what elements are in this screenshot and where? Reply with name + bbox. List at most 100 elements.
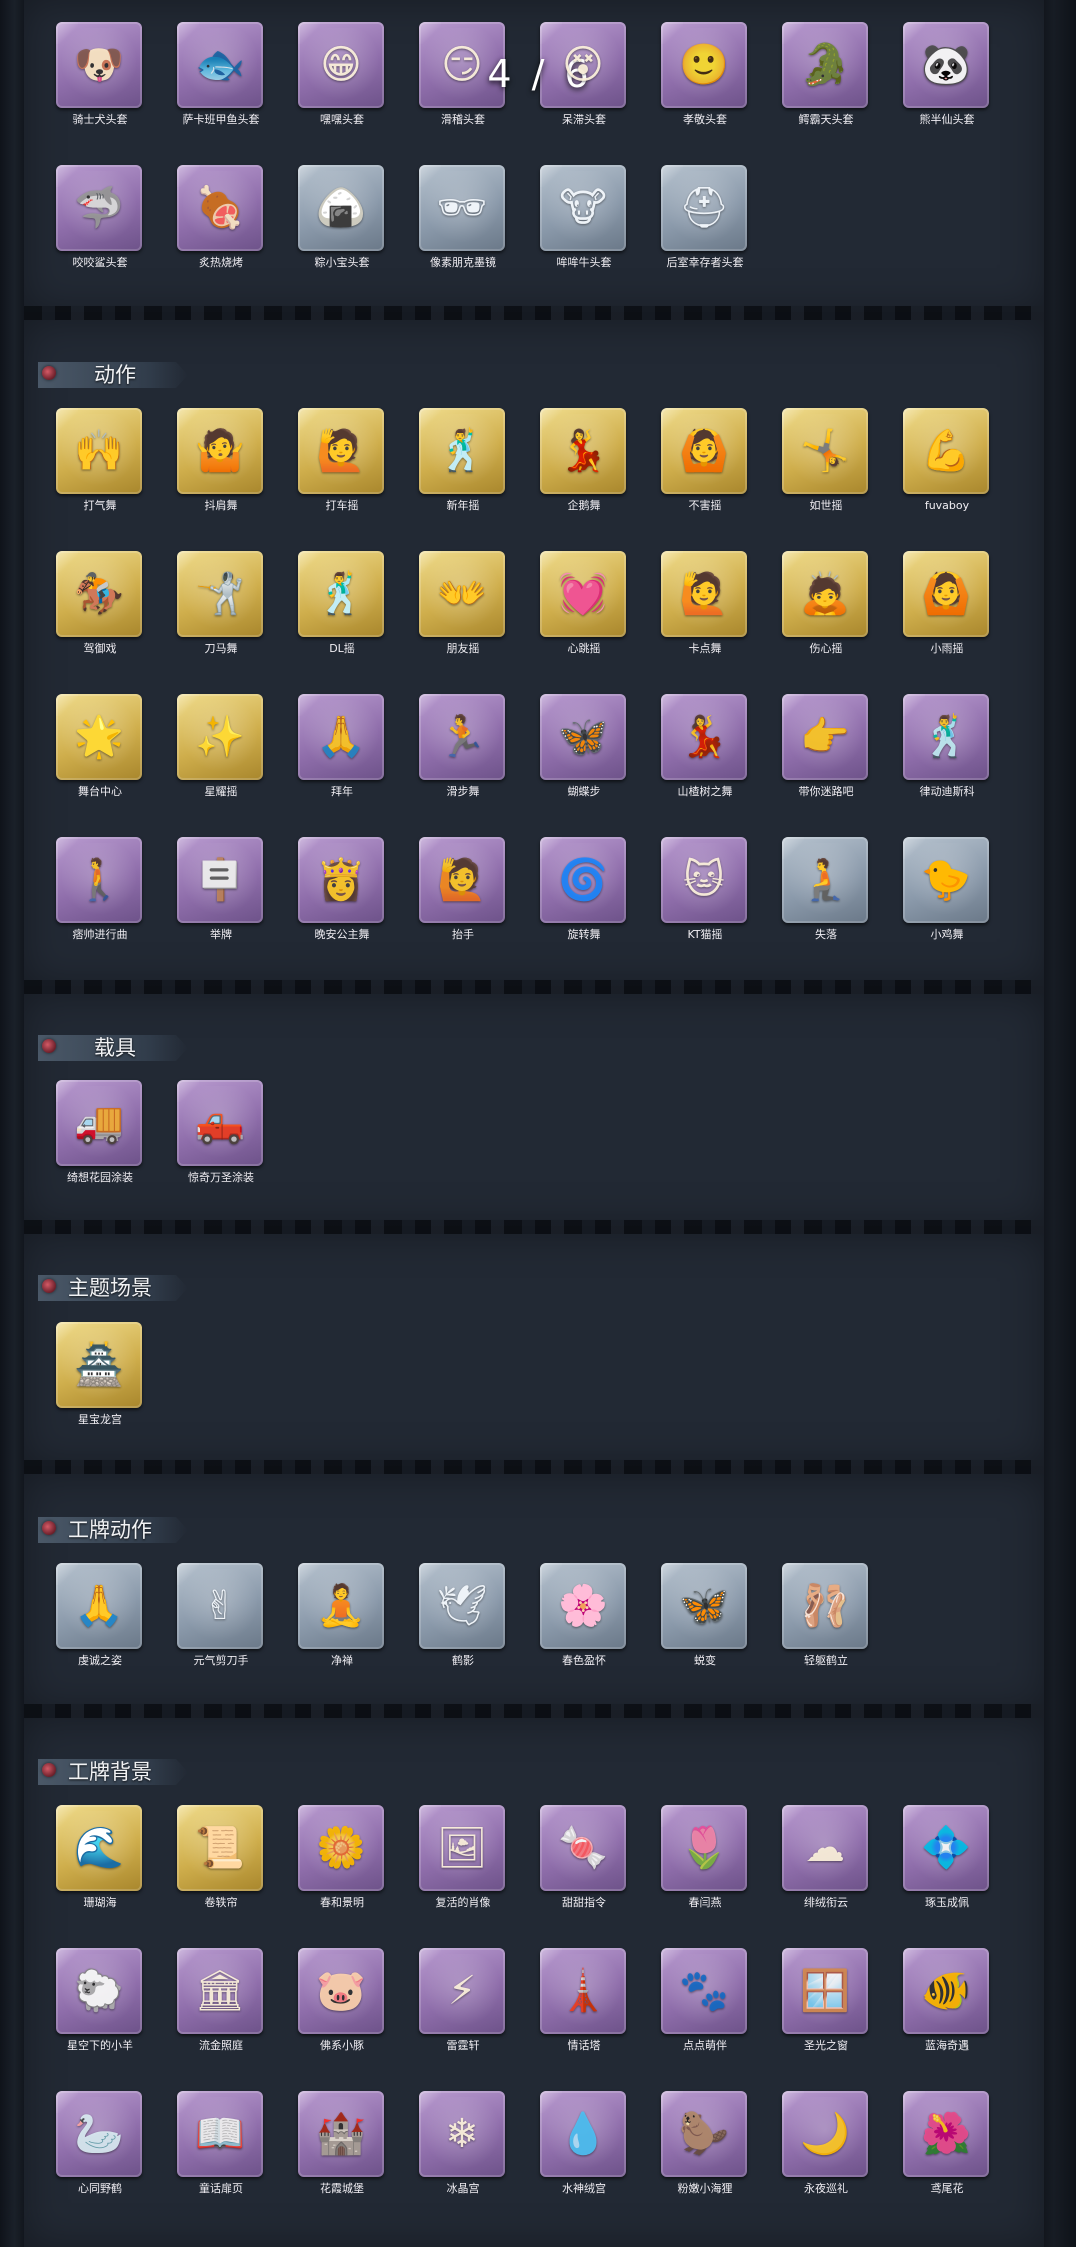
item-tile[interactable]: 🦋 蜕变 [659,1563,751,1675]
sheep-card-icon: 🐑 [74,1968,124,2014]
item-tile[interactable]: ❄ 冰晶宫 [417,2091,509,2203]
item-label: 复活的肖像 [411,1893,515,1913]
item-tile[interactable]: 🍖 炙热烧烤 [175,165,267,277]
item-card: 🍙 [298,165,384,251]
item-card: 🐑 [56,1948,142,2034]
item-tile[interactable]: 🐮 哞哞牛头套 [538,165,630,277]
item-tile[interactable]: 🐷 佛系小豚 [296,1948,388,2060]
item-tile[interactable]: 🌸 春色盈怀 [538,1563,630,1675]
item-tile[interactable]: 💃 企鹅舞 [538,408,630,520]
item-tile[interactable]: 🌙 永夜巡礼 [780,2091,872,2203]
item-tile[interactable]: 🐼 熊半仙头套 [901,22,993,134]
item-tile[interactable]: 🏃 滑步舞 [417,694,509,806]
item-tile[interactable]: 🤸 如世摇 [780,408,872,520]
item-tile[interactable]: 📖 童话扉页 [175,2091,267,2203]
item-tile[interactable]: 🧎 失落 [780,837,872,949]
item-tile[interactable]: 🙇 伤心摇 [780,551,872,663]
item-label: 童话扉页 [169,2179,273,2199]
item-tile[interactable]: ✨ 星耀摇 [175,694,267,806]
item-tile[interactable]: 😏 滑稽头套 [417,22,509,134]
item-tile[interactable]: 🏯 星宝龙宫 [54,1322,146,1434]
item-tile[interactable]: 🐤 小鸡舞 [901,837,993,949]
item-tile[interactable]: 🕺 新年摇 [417,408,509,520]
item-tile[interactable]: 🕊 鹤影 [417,1563,509,1675]
item-tile[interactable]: 🦈 咬咬鲨头套 [54,165,146,277]
item-label: 蓝海奇遇 [895,2036,999,2056]
item-tile[interactable]: 😵 呆滞头套 [538,22,630,134]
item-tile[interactable]: 🌷 春闫燕 [659,1805,751,1917]
item-tile[interactable]: 🙆 不害摇 [659,408,751,520]
item-tile[interactable]: 🏰 花霞城堡 [296,2091,388,2203]
item-label-text: 伤心摇 [809,642,843,655]
dl-pose-icon: 🕺 [316,571,366,617]
item-tile[interactable]: ☁ 绯绒衔云 [780,1805,872,1917]
item-label-text: 熊半仙头套 [919,113,975,126]
item-tile[interactable]: 🙏 拜年 [296,694,388,806]
item-tile[interactable]: 🚶 痞帅进行曲 [54,837,146,949]
item-tile[interactable]: 🕶 像素朋克墨镜 [417,165,509,277]
item-tile[interactable]: 💪 fuvaboy [901,408,993,520]
item-tile[interactable]: 🌟 舞台中心 [54,694,146,806]
item-tile[interactable]: ✌ 元气剪刀手 [175,1563,267,1675]
item-tile[interactable]: 🙋 抬手 [417,837,509,949]
item-tile[interactable]: 🙏 虔诚之姿 [54,1563,146,1675]
item-tile[interactable]: 👉 带你迷路吧 [780,694,872,806]
item-tile[interactable]: 🚚 绮想花园涂装 [54,1080,146,1192]
item-tile[interactable]: 🐑 星空下的小羊 [54,1948,146,2060]
item-tile[interactable]: 🪟 圣光之窗 [780,1948,872,2060]
item-tile[interactable]: 🌺 鸢尾花 [901,2091,993,2203]
item-label: 不害摇 [653,496,757,516]
item-tile[interactable]: 💓 心跳摇 [538,551,630,663]
item-label-text: 不害摇 [688,499,722,512]
item-tile[interactable]: 🍬 甜甜指令 [538,1805,630,1917]
item-label: 星耀摇 [169,782,273,802]
item-tile[interactable]: ⛑ 后室幸存者头套 [659,165,751,277]
item-tile[interactable]: 🐟 萨卡班甲鱼头套 [175,22,267,134]
item-tile[interactable]: 🦫 粉嫩小海狸 [659,2091,751,2203]
item-card: 🦈 [56,165,142,251]
item-tile[interactable]: 🕺 律动迪斯科 [901,694,993,806]
item-tile[interactable]: 🙆 小雨摇 [901,551,993,663]
item-tile[interactable]: 🤺 刀马舞 [175,551,267,663]
item-tile[interactable]: 🕺 DL摇 [296,551,388,663]
item-tile[interactable]: 🏇 驾御戏 [54,551,146,663]
item-tile[interactable]: 🙋 打车摇 [296,408,388,520]
item-tile[interactable]: 🤷 抖肩舞 [175,408,267,520]
item-tile[interactable]: 🐊 鳄霸天头套 [780,22,872,134]
item-tile[interactable]: 🦋 蝴蝶步 [538,694,630,806]
item-tile[interactable]: 🖼 复活的肖像 [417,1805,509,1917]
item-tile[interactable]: 🩰 轻躯鹤立 [780,1563,872,1675]
item-tile[interactable]: 🐱 KT猫摇 [659,837,751,949]
item-label-text: DL摇 [329,642,355,655]
tower-card-icon: 🗼 [558,1968,608,2014]
grin-emoji-icon: 😁 [320,42,362,88]
item-tile[interactable]: 🦢 心同野鹤 [54,2091,146,2203]
item-tile[interactable]: 🍙 粽小宝头套 [296,165,388,277]
item-tile[interactable]: ⚡ 雷霆轩 [417,1948,509,2060]
item-tile[interactable]: 💃 山楂树之舞 [659,694,751,806]
item-tile[interactable]: 👐 朋友摇 [417,551,509,663]
item-tile[interactable]: 🙂 孝敬头套 [659,22,751,134]
item-tile[interactable]: 🐶 骑士犬头套 [54,22,146,134]
item-tile[interactable]: 🐾 点点萌伴 [659,1948,751,2060]
item-tile[interactable]: 🌼 春和景明 [296,1805,388,1917]
item-tile[interactable]: 🗼 情话塔 [538,1948,630,2060]
item-tile[interactable]: 📜 卷轶帘 [175,1805,267,1917]
item-tile[interactable]: 🛻 惊奇万圣涂装 [175,1080,267,1192]
item-label: 甜甜指令 [532,1893,636,1913]
item-tile[interactable]: 🌀 旋转舞 [538,837,630,949]
item-tile[interactable]: 🙌 打气舞 [54,408,146,520]
item-tile[interactable]: 😁 嘿嘿头套 [296,22,388,134]
item-label: 痞帅进行曲 [48,925,152,945]
item-tile[interactable]: 🐠 蓝海奇遇 [901,1948,993,2060]
item-tile[interactable]: 🏛 流金照庭 [175,1948,267,2060]
item-label-text: 鸢尾花 [930,2182,964,2195]
item-tile[interactable]: 👸 晚安公主舞 [296,837,388,949]
item-tile[interactable]: 🌊 珊瑚海 [54,1805,146,1917]
item-tile[interactable]: 💧 水神绒宫 [538,2091,630,2203]
item-tile[interactable]: 🧘 净禅 [296,1563,388,1675]
item-label-text: 粉嫩小海狸 [677,2182,733,2195]
item-tile[interactable]: 🙋 卡点舞 [659,551,751,663]
item-tile[interactable]: 🪧 举牌 [175,837,267,949]
item-tile[interactable]: 💠 琢玉成佩 [901,1805,993,1917]
